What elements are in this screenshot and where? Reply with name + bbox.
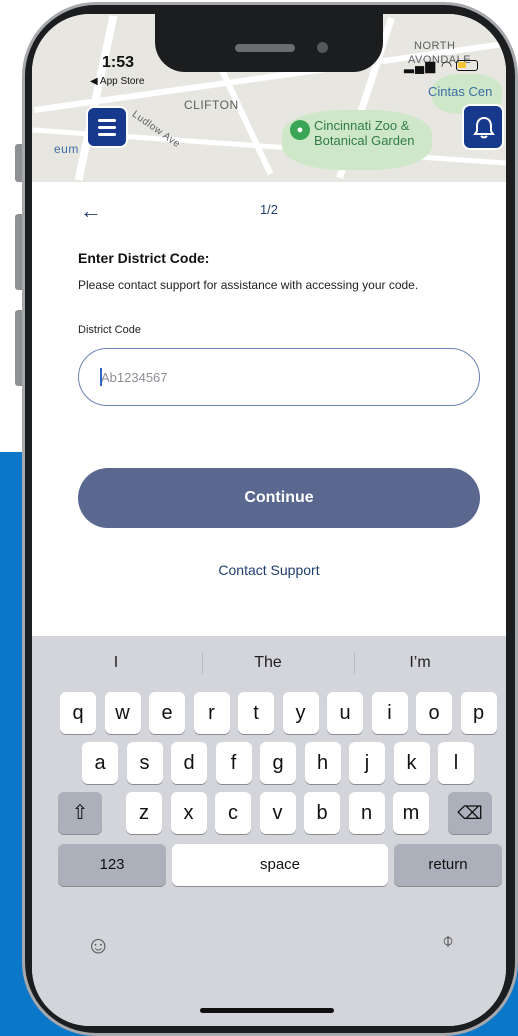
continue-button[interactable]: Continue bbox=[78, 468, 480, 528]
numbers-key[interactable]: 123 bbox=[58, 844, 166, 886]
key-q[interactable]: q bbox=[60, 692, 96, 734]
delete-key[interactable]: ⌫ bbox=[448, 792, 492, 834]
map-street-label: Ludlow Ave bbox=[129, 108, 183, 151]
key-j[interactable]: j bbox=[349, 742, 385, 784]
map-area-label: CLIFTON bbox=[184, 98, 239, 112]
key-d[interactable]: d bbox=[171, 742, 207, 784]
key-e[interactable]: e bbox=[149, 692, 185, 734]
key-h[interactable]: h bbox=[304, 742, 341, 784]
map-zoo-label: Cincinnati Zoo & Botanical Garden bbox=[314, 118, 415, 148]
map-region-label-1: NORTH bbox=[414, 40, 456, 52]
key-o[interactable]: o bbox=[416, 692, 452, 734]
key-p[interactable]: p bbox=[460, 692, 497, 734]
district-code-label: District Code bbox=[78, 324, 141, 336]
shift-key[interactable]: ⇧ bbox=[58, 792, 102, 834]
key-i[interactable]: i bbox=[371, 692, 408, 734]
key-m[interactable]: m bbox=[393, 792, 429, 834]
ios-keyboard: I The I’m qwertyuiop asdfghjkl ⇧ zxcvbnm… bbox=[32, 636, 506, 1026]
return-key[interactable]: return bbox=[394, 844, 502, 886]
signal-wifi-icon: ▂▄▆ ◠ bbox=[404, 58, 454, 73]
key-a[interactable]: a bbox=[82, 742, 118, 784]
step-indicator: 1/2 bbox=[259, 202, 279, 217]
contact-support-link[interactable]: Contact Support bbox=[32, 562, 506, 578]
key-s[interactable]: s bbox=[126, 742, 163, 784]
key-y[interactable]: y bbox=[282, 692, 319, 734]
microphone-icon[interactable]: ⌽ bbox=[442, 930, 454, 953]
bell-icon[interactable] bbox=[462, 104, 504, 150]
map-left-label: eum bbox=[54, 142, 79, 156]
key-c[interactable]: c bbox=[215, 792, 251, 834]
status-back-to-app[interactable]: ◀ App Store bbox=[90, 76, 144, 87]
phone-notch bbox=[155, 14, 383, 72]
key-v[interactable]: v bbox=[259, 792, 296, 834]
key-g[interactable]: g bbox=[260, 742, 296, 784]
map-cintas-label: Cintas Cen bbox=[428, 84, 493, 99]
home-indicator[interactable] bbox=[200, 1008, 334, 1013]
emoji-icon[interactable]: ☺ bbox=[86, 932, 111, 960]
paw-icon: ● bbox=[290, 120, 310, 140]
key-l[interactable]: l bbox=[438, 742, 474, 784]
key-n[interactable]: n bbox=[348, 792, 385, 834]
key-z[interactable]: z bbox=[126, 792, 162, 834]
key-u[interactable]: u bbox=[327, 692, 363, 734]
form-heading: Enter District Code: bbox=[78, 250, 210, 266]
key-r[interactable]: r bbox=[193, 692, 230, 734]
key-b[interactable]: b bbox=[304, 792, 340, 834]
battery-icon bbox=[456, 60, 478, 71]
hamburger-menu-icon[interactable] bbox=[86, 106, 128, 148]
suggestion-1[interactable]: I bbox=[42, 648, 190, 678]
status-time: 1:53 bbox=[102, 54, 135, 71]
district-code-input[interactable] bbox=[78, 348, 480, 406]
form-subtitle: Please contact support for assistance wi… bbox=[78, 278, 419, 292]
key-t[interactable]: t bbox=[238, 692, 274, 734]
suggestion-3[interactable]: I’m bbox=[346, 648, 494, 678]
space-key[interactable]: space bbox=[172, 844, 388, 886]
district-code-form: ← 1/2 Enter District Code: Please contac… bbox=[32, 182, 506, 642]
phone-screen: CLIFTON Ludlow Ave NORTH AVONDALE Cintas… bbox=[32, 14, 506, 1026]
key-w[interactable]: w bbox=[104, 692, 141, 734]
key-f[interactable]: f bbox=[215, 742, 252, 784]
key-k[interactable]: k bbox=[393, 742, 430, 784]
key-x[interactable]: x bbox=[170, 792, 207, 834]
text-caret bbox=[100, 368, 102, 386]
suggestion-2[interactable]: The bbox=[194, 648, 342, 678]
